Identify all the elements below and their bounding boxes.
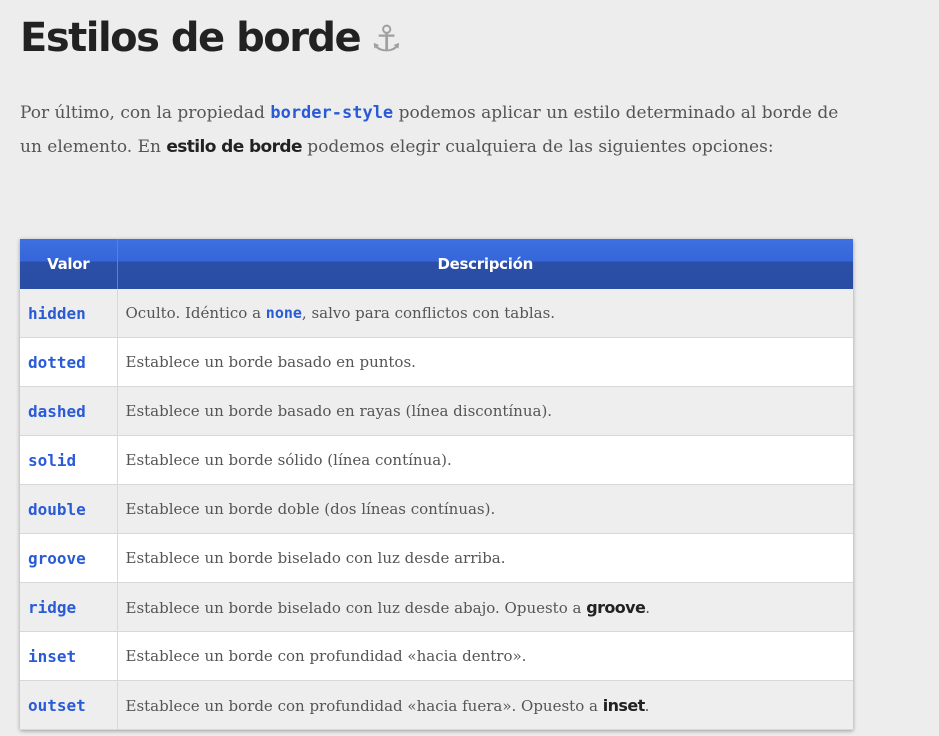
row-description: Establece un borde biselado con luz desd… [117,582,853,632]
table-row: ridge Establece un borde biselado con lu… [20,582,853,632]
row-description: Establece un borde basado en rayas (líne… [117,386,853,436]
row-desc-strong: inset [602,695,646,715]
row-value-cell: ridge [20,582,118,632]
row-description: Establece un borde con profundidad «haci… [117,631,853,681]
row-description: Establece un borde sólido (línea contínu… [117,435,853,485]
row-description: Oculto. Idéntico a none, salvo para conf… [117,289,853,338]
row-value-cell: groove [20,533,118,583]
border-style-table: Valor Descripción hidden Oculto. Idéntic… [20,239,853,730]
row-desc-strong: groove [586,597,646,617]
row-description: Establece un borde doble (dos líneas con… [117,484,853,534]
row-value: outset [28,695,86,715]
row-value: groove [28,548,86,568]
row-value: inset [28,646,77,666]
page-title: Estilos de borde ⚓ [20,10,402,68]
table-row: inset Establece un borde con profundidad… [20,631,853,681]
row-value: double [28,499,86,519]
row-desc-text: Establece un borde biselado con luz desd… [125,598,587,617]
row-desc-text: , salvo para conflictos con tablas. [301,304,556,322]
table-row: double Establece un borde doble (dos lín… [20,484,853,534]
table-row: solid Establece un borde sólido (línea c… [20,435,853,485]
table-row: outset Establece un borde con profundida… [20,680,853,730]
row-value-cell: dotted [20,337,118,387]
table-row: dotted Establece un borde basado en punt… [20,337,853,387]
table-header-row: Valor Descripción [20,239,853,289]
row-value: dotted [28,352,86,372]
row-value: hidden [28,303,86,323]
intro-text-3: podemos elegir cualquiera de las siguien… [301,137,774,157]
row-desc-code: none [265,304,302,322]
row-value-cell: dashed [20,386,118,436]
intro-text-1: Por último, con la propiedad [20,103,271,123]
intro-code-border-style: border-style [270,103,394,123]
row-desc-text: . [644,696,650,715]
row-value-cell: hidden [20,289,118,338]
row-description: Establece un borde con profundidad «haci… [117,680,853,730]
row-value: solid [28,450,77,470]
table-row: hidden Oculto. Idéntico a none, salvo pa… [20,289,853,338]
table-row: groove Establece un borde biselado con l… [20,533,853,583]
table-row: dashed Establece un borde basado en raya… [20,386,853,436]
row-desc-text: . [645,598,651,617]
anchor-icon[interactable]: ⚓ [370,12,402,68]
page-title-text: Estilos de borde [20,15,362,61]
row-value-cell: solid [20,435,118,485]
header-descripcion: Descripción [117,239,853,289]
row-value-cell: double [20,484,118,534]
intro-strong: estilo de borde [166,137,302,157]
header-valor: Valor [20,239,118,289]
intro-paragraph: Por último, con la propiedad border-styl… [20,96,840,164]
row-value: ridge [28,597,77,617]
row-desc-text: Establece un borde con profundidad «haci… [125,696,603,715]
row-value-cell: outset [20,680,118,730]
row-value-cell: inset [20,631,118,681]
row-value: dashed [28,401,86,421]
row-description: Establece un borde biselado con luz desd… [117,533,853,583]
row-description: Establece un borde basado en puntos. [117,337,853,387]
row-desc-text: Oculto. Idéntico a [125,304,266,322]
